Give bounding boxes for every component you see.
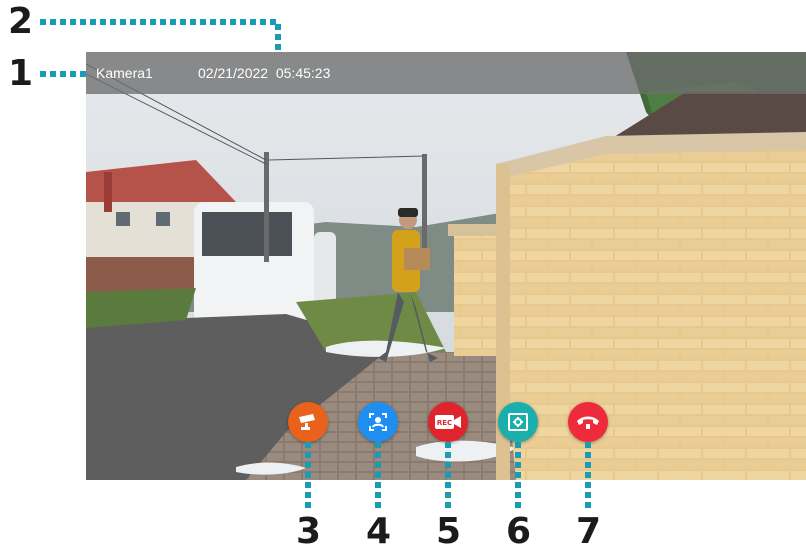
snapshot-button[interactable]	[358, 402, 398, 442]
callout-number-3: 3	[296, 511, 322, 552]
callout-number-5: 5	[436, 511, 462, 552]
callout-number-4: 4	[366, 511, 392, 552]
rec-label: REC	[437, 419, 452, 427]
rec-camera-icon: REC	[435, 415, 461, 429]
time-label: 05:45:23	[275, 65, 331, 81]
callout-number-7: 7	[576, 511, 602, 552]
callout-number-1: 1	[8, 53, 34, 94]
intercom-video-screen: Kamera1 02/21/2022 05:45:23 REC	[86, 52, 806, 480]
date-label: 02/21/2022	[198, 65, 269, 81]
datetime-label: 02/21/2022 05:45:23	[198, 52, 330, 94]
face-capture-icon	[369, 413, 387, 431]
camera-name-label: Kamera1	[96, 65, 153, 81]
monitor-camera-button[interactable]	[288, 402, 328, 442]
callout-number-2: 2	[8, 1, 34, 42]
settings-button[interactable]	[498, 402, 538, 442]
cctv-camera-icon	[299, 414, 315, 430]
settings-screen-icon	[508, 413, 528, 431]
video-status-bar: Kamera1 02/21/2022 05:45:23	[86, 52, 806, 94]
hang-up-phone-icon	[577, 416, 599, 429]
callout-number-6: 6	[506, 511, 532, 552]
hang-up-button[interactable]	[568, 402, 608, 442]
record-button[interactable]: REC	[428, 402, 468, 442]
